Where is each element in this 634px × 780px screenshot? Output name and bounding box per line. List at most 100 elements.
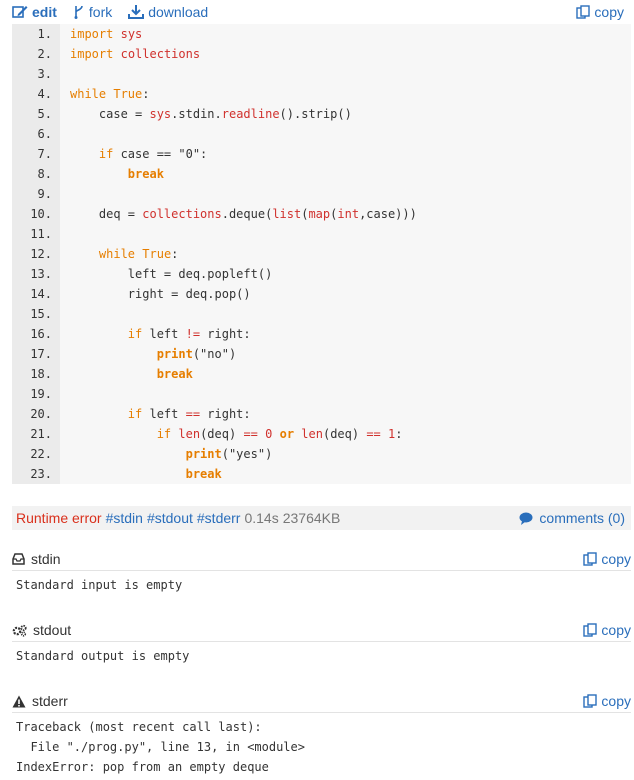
comments-link[interactable]: comments (0)	[519, 510, 625, 526]
line-number: 20.	[30, 407, 52, 421]
code-line: 18. break	[12, 364, 631, 384]
line-number: 5.	[37, 107, 52, 121]
edit-icon	[12, 6, 28, 18]
download-label: download	[148, 4, 209, 20]
code-line: 5. case = sys.stdin.readline().strip()	[12, 104, 631, 124]
stdout-header: stdout copy	[12, 619, 631, 642]
code-text: while True:	[98, 247, 179, 261]
copy-icon	[583, 694, 598, 708]
result-status-bar: Runtime error #stdin #stdout #stderr 0.1…	[12, 506, 631, 530]
code-text: case = sys.stdin.readline().strip()	[70, 107, 352, 121]
code-text: left = deq.popleft()	[70, 267, 273, 281]
stdin-title: stdin	[12, 551, 61, 567]
line-number: 10.	[30, 207, 52, 221]
line-number: 21.	[30, 427, 52, 441]
stdout-content: Standard output is empty	[16, 649, 190, 663]
fork-label: fork	[88, 4, 113, 20]
stdout-copy-label: copy	[601, 622, 631, 638]
edit-label: edit	[32, 4, 57, 20]
stderr-copy-button[interactable]: copy	[583, 693, 631, 709]
download-icon	[128, 5, 145, 19]
line-number: 6.	[37, 127, 52, 141]
line-number: 2.	[37, 47, 52, 61]
code-text: print("no")	[156, 347, 237, 361]
line-number: 17.	[30, 347, 52, 361]
stdout-copy-button[interactable]: copy	[583, 622, 631, 638]
code-line: 22. print("yes")	[12, 444, 631, 464]
line-number: 19.	[30, 387, 52, 401]
line-number: 14.	[30, 287, 52, 301]
code-line: 4. while True:	[12, 84, 631, 104]
code-line: 15.	[12, 304, 631, 324]
line-number: 3.	[37, 67, 52, 81]
copy-label: copy	[594, 4, 624, 20]
line-number: 22.	[30, 447, 52, 461]
stdin-header: stdin copy	[12, 548, 631, 571]
code-text: if case == "0":	[98, 147, 208, 161]
stdin-label: stdin	[31, 551, 61, 567]
code-text: break	[156, 367, 193, 381]
line-number: 18.	[30, 367, 52, 381]
copy-icon	[583, 552, 598, 566]
line-number: 12.	[30, 247, 52, 261]
line-number: 8.	[37, 167, 52, 181]
line-number: 11.	[30, 227, 52, 241]
comment-icon	[519, 512, 533, 525]
toolbar: edit fork download copy	[12, 0, 624, 24]
code-block[interactable]: 1. import sys 2. import collections 3. 4. whil…	[12, 24, 631, 484]
code-text: print("yes")	[185, 447, 273, 461]
code-line: 8. break	[12, 164, 631, 184]
code-line: 17. print("no")	[12, 344, 631, 364]
code-line: 19.	[12, 384, 631, 404]
code-text: if left == right:	[127, 407, 251, 421]
code-line: 7. if case == "0":	[12, 144, 631, 164]
stdin-content: Standard input is empty	[16, 578, 183, 592]
line-number: 7.	[37, 147, 52, 161]
stderr-header: stderr copy	[12, 690, 631, 713]
stderr-copy-label: copy	[601, 693, 631, 709]
code-text: if left != right:	[127, 327, 251, 341]
code-line: 2. import collections	[12, 44, 631, 64]
stdin-copy-label: copy	[601, 551, 631, 567]
code-text: deq = collections.deque(list(map(int,cas…	[70, 207, 417, 221]
code-line: 3.	[12, 64, 631, 84]
line-number: 16.	[30, 327, 52, 341]
code-text: while True:	[70, 87, 150, 101]
code-line: 9.	[12, 184, 631, 204]
stderr-tag-link[interactable]: #stderr	[197, 510, 241, 526]
code-text: break	[185, 467, 222, 481]
fork-icon	[74, 5, 83, 19]
inbox-icon	[12, 553, 25, 565]
code-text: right = deq.pop()	[70, 287, 251, 301]
code-line: 13. left = deq.popleft()	[12, 264, 631, 284]
line-number: 15.	[30, 307, 52, 321]
code-text: break	[127, 167, 164, 181]
stderr-label: stderr	[32, 693, 68, 709]
stdin-copy-button[interactable]: copy	[583, 551, 631, 567]
copy-icon	[583, 623, 598, 637]
stderr-title: stderr	[12, 693, 68, 709]
line-number: 9.	[37, 187, 52, 201]
download-link[interactable]: download	[128, 4, 208, 20]
code-line: 14. right = deq.pop()	[12, 284, 631, 304]
warning-icon	[12, 695, 26, 707]
copy-code-button[interactable]: copy	[576, 4, 624, 20]
execution-time: 0.14s	[244, 510, 279, 526]
code-line: 1. import sys	[12, 24, 631, 44]
stdin-tag-link[interactable]: #stdin	[106, 510, 143, 526]
fork-link[interactable]: fork	[73, 4, 112, 20]
edit-link[interactable]: edit	[12, 4, 57, 20]
line-number: 23.	[30, 467, 52, 481]
code-text: import sys	[70, 27, 143, 41]
code-line: 20. if left == right:	[12, 404, 631, 424]
code-line: 21. if len(deq) == 0 or len(deq) == 1:	[12, 424, 631, 444]
code-line: 10. deq = collections.deque(list(map(int…	[12, 204, 631, 224]
stderr-content: Traceback (most recent call last): File …	[16, 720, 305, 774]
code-line: 16. if left != right:	[12, 324, 631, 344]
stdout-tag-link[interactable]: #stdout	[147, 510, 193, 526]
stdout-label: stdout	[33, 622, 72, 638]
code-text: if len(deq) == 0 or len(deq) == 1:	[156, 427, 403, 441]
gears-icon	[12, 624, 27, 637]
result-status: Runtime error	[16, 510, 102, 526]
copy-icon	[576, 5, 591, 19]
